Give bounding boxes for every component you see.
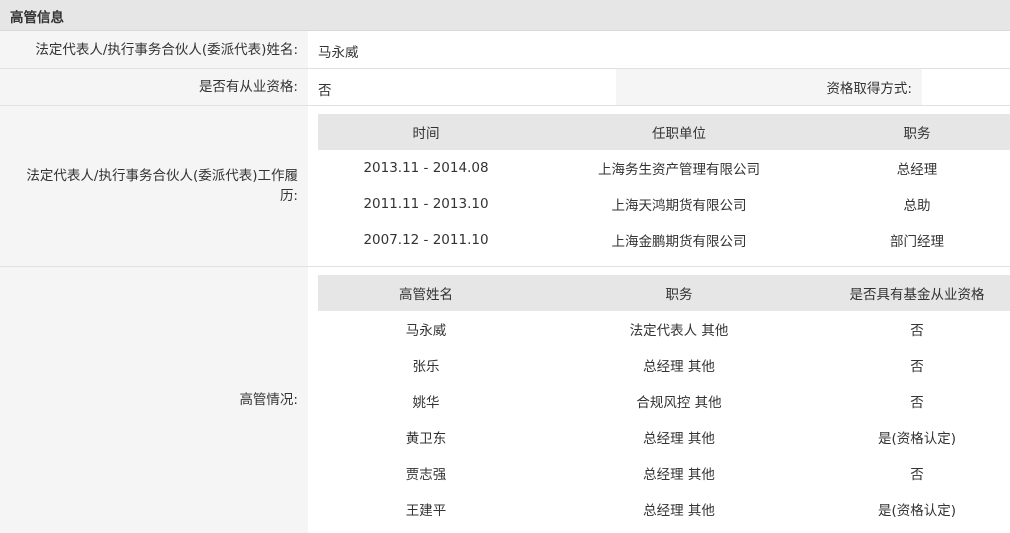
- column-header: 职务: [534, 275, 824, 311]
- table-row: 2013.11 - 2014.08 上海务生资产管理有限公司 总经理: [318, 150, 1010, 186]
- executive-position: 法定代表人 其他: [629, 323, 729, 339]
- history-time: 2007.12 - 2011.10: [363, 232, 489, 248]
- column-header: 高管姓名: [318, 275, 534, 311]
- legal-rep-label: 法定代表人/执行事务合伙人(委派代表)姓名:: [0, 31, 308, 68]
- table-row: 张乐 总经理 其他 否: [318, 347, 1010, 383]
- history-company: 上海金鹏期货有限公司: [611, 234, 747, 250]
- work-history-row: 法定代表人/执行事务合伙人(委派代表)工作履历: 时间 任职单位 职务 2013…: [0, 106, 1010, 267]
- executives-label: 高管情况:: [0, 267, 308, 533]
- executive-position: 总经理 其他: [643, 359, 715, 375]
- column-header: 是否具有基金从业资格: [824, 275, 1010, 311]
- executive-name: 姚华: [412, 395, 440, 411]
- history-time: 2013.11 - 2014.08: [363, 160, 489, 176]
- executives-row: 高管情况: 高管姓名 职务 是否具有基金从业资格 马永威 法定代表人 其他 否 …: [0, 267, 1010, 533]
- table-header-row: 时间 任职单位 职务: [318, 114, 1010, 150]
- history-company: 上海务生资产管理有限公司: [598, 162, 760, 178]
- executive-position: 总经理 其他: [643, 467, 715, 483]
- table-row: 王建平 总经理 其他 是(资格认定): [318, 491, 1010, 527]
- table-row: 2007.12 - 2011.10 上海金鹏期货有限公司 部门经理: [318, 222, 1010, 258]
- executive-name: 张乐: [412, 359, 440, 375]
- qualification-value: 否: [318, 83, 332, 99]
- table-row: 2011.11 - 2013.10 上海天鸿期货有限公司 总助: [318, 186, 1010, 222]
- column-header: 时间: [318, 114, 534, 150]
- executive-qualified: 否: [910, 359, 924, 375]
- history-position: 总助: [903, 198, 931, 214]
- executive-name: 王建平: [405, 503, 447, 519]
- table-row: 黄卫东 总经理 其他 是(资格认定): [318, 419, 1010, 455]
- column-header: 职务: [824, 114, 1010, 150]
- executive-qualified: 否: [910, 467, 924, 483]
- executive-name: 黄卫东: [405, 431, 447, 447]
- executives-table: 高管姓名 职务 是否具有基金从业资格 马永威 法定代表人 其他 否 张乐 总经理…: [318, 275, 1010, 527]
- executive-position: 总经理 其他: [643, 431, 715, 447]
- table-row: 马永威 法定代表人 其他 否: [318, 311, 1010, 347]
- executive-qualified: 是(资格认定): [877, 431, 957, 447]
- column-header: 任职单位: [534, 114, 824, 150]
- history-time: 2011.11 - 2013.10: [363, 196, 489, 212]
- history-company: 上海天鸿期货有限公司: [611, 198, 747, 214]
- section-header: 高管信息: [0, 0, 1010, 31]
- executive-name: 马永威: [405, 323, 447, 339]
- executive-qualified: 否: [910, 323, 924, 339]
- legal-rep-row: 法定代表人/执行事务合伙人(委派代表)姓名: 马永威: [0, 31, 1010, 69]
- executive-position: 总经理 其他: [643, 503, 715, 519]
- table-header-row: 高管姓名 职务 是否具有基金从业资格: [318, 275, 1010, 311]
- qualification-method-label: 资格取得方式:: [616, 69, 922, 105]
- table-row: 姚华 合规风控 其他 否: [318, 383, 1010, 419]
- section-title: 高管信息: [10, 10, 64, 26]
- legal-rep-value: 马永威: [318, 45, 359, 61]
- history-position: 部门经理: [890, 234, 944, 250]
- qualification-row: 是否有从业资格: 否 资格取得方式:: [0, 69, 1010, 106]
- history-position: 总经理: [896, 162, 938, 178]
- executive-qualified: 否: [910, 395, 924, 411]
- table-row: 贾志强 总经理 其他 否: [318, 455, 1010, 491]
- executive-name: 贾志强: [405, 467, 447, 483]
- executive-position: 合规风控 其他: [636, 395, 722, 411]
- qualification-label: 是否有从业资格:: [0, 69, 308, 105]
- work-history-table: 时间 任职单位 职务 2013.11 - 2014.08 上海务生资产管理有限公…: [318, 114, 1010, 258]
- executive-qualified: 是(资格认定): [877, 503, 957, 519]
- work-history-label: 法定代表人/执行事务合伙人(委派代表)工作履历:: [0, 106, 308, 266]
